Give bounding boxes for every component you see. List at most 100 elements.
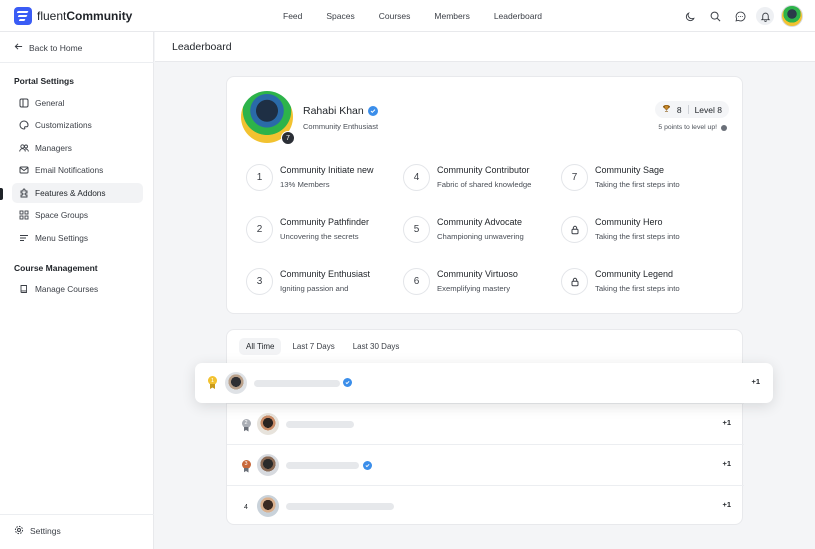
profile-name[interactable]: Rahabi Khan	[303, 105, 364, 117]
levelup-hint: 5 points to level up!	[658, 124, 727, 131]
badge-item-locked[interactable]: Community Legend Taking the first steps …	[561, 265, 721, 299]
nav-feed[interactable]: Feed	[283, 11, 302, 21]
nav-courses[interactable]: Courses	[379, 11, 411, 21]
badge-title: Community Initiate new	[280, 165, 374, 175]
verified-icon	[343, 378, 352, 387]
points-gain: +1	[722, 500, 731, 509]
badge-subtitle: Taking the first steps into	[595, 284, 680, 293]
tab-all-time[interactable]: All Time	[239, 338, 282, 355]
logo[interactable]: fluentCommunity	[14, 7, 132, 25]
avatar[interactable]	[257, 454, 279, 476]
sidebar-item-general[interactable]: General	[12, 93, 143, 113]
sidebar-item-label: Menu Settings	[35, 233, 89, 243]
badge-title: Community Contributor	[437, 165, 530, 175]
nav-spaces[interactable]: Spaces	[326, 11, 354, 21]
badge-number: 4	[403, 164, 430, 191]
mail-icon	[19, 165, 29, 175]
verified-icon	[363, 461, 372, 470]
portal-settings-heading: Portal Settings	[14, 76, 74, 86]
search-icon[interactable]	[706, 7, 724, 25]
users-icon	[19, 143, 29, 153]
user-avatar[interactable]	[781, 5, 803, 27]
badge-number: 5	[403, 216, 430, 243]
badge-item[interactable]: 2 Community Pathfinder Uncovering the se…	[246, 213, 406, 247]
badge-item[interactable]: 1 Community Initiate new 13% Members	[246, 161, 406, 195]
sidebar-item-space-groups[interactable]: Space Groups	[12, 205, 143, 225]
leaderboard-row[interactable]: 2 +1	[227, 403, 744, 444]
back-to-home-link[interactable]: Back to Home	[14, 42, 82, 53]
badge-number: 3	[246, 268, 273, 295]
badge-subtitle: Championing unwavering	[437, 232, 524, 241]
squares-icon	[19, 210, 29, 220]
avatar[interactable]	[257, 413, 279, 435]
brand-name: fluentCommunity	[37, 9, 133, 23]
sidebar-item-managers[interactable]: Managers	[12, 138, 143, 158]
sidebar-item-email-notifications[interactable]: Email Notifications	[12, 160, 143, 180]
member-name-placeholder	[286, 503, 394, 510]
badge-item[interactable]: 6 Community Virtuoso Exemplifying master…	[403, 265, 563, 299]
sidebar-item-menu-settings[interactable]: Menu Settings	[12, 228, 143, 248]
palette-icon	[19, 120, 29, 130]
page-header: Leaderboard	[155, 32, 815, 62]
tab-last-7-days[interactable]: Last 7 Days	[285, 338, 341, 355]
moon-icon[interactable]	[681, 7, 699, 25]
top-navigation: Feed Spaces Courses Members Leaderboard	[283, 0, 566, 32]
puzzle-icon	[19, 188, 29, 198]
divider	[0, 62, 154, 63]
silver-medal-icon: 2	[241, 418, 251, 432]
verified-icon	[367, 106, 378, 116]
badge-item-locked[interactable]: Community Hero Taking the first steps in…	[561, 213, 721, 247]
badge-item[interactable]: 5 Community Advocate Championing unwaver…	[403, 213, 563, 247]
profile-card: 7 Rahabi Khan Community Enthusiast 8 Lev…	[226, 76, 743, 314]
badge-title: Community Advocate	[437, 217, 523, 227]
badge-subtitle: Taking the first steps into	[595, 180, 680, 189]
sidebar-item-label: Managers	[35, 143, 72, 153]
tab-last-30-days[interactable]: Last 30 Days	[346, 338, 407, 355]
badge-title: Community Enthusiast	[280, 269, 371, 279]
divider	[687, 105, 689, 114]
sidebar-item-label: Features & Addons	[35, 188, 106, 198]
leaderboard-row[interactable]: 3 +1	[227, 444, 744, 485]
settings-label: Settings	[30, 526, 61, 536]
leaderboard-card: All Time Last 7 Days Last 30 Days 2 +1 3…	[226, 329, 744, 526]
sidebar-item-label: Manage Courses	[35, 284, 99, 294]
badge-item[interactable]: 4 Community Contributor Fabric of shared…	[403, 161, 563, 195]
avatar[interactable]	[225, 372, 247, 394]
sidebar: Back to Home Portal Settings General Cus…	[0, 32, 154, 549]
sidebar-item-label: Customizations	[35, 120, 92, 130]
badge-subtitle: Exemplifying mastery	[437, 284, 511, 293]
points-gain: +1	[722, 459, 731, 468]
course-management-heading: Course Management	[14, 263, 98, 273]
avatar[interactable]	[257, 495, 279, 517]
nav-members[interactable]: Members	[434, 11, 469, 21]
chat-icon[interactable]	[731, 7, 749, 25]
sidebar-item-features-addons[interactable]: Features & Addons	[12, 183, 143, 203]
profile-name-row: Rahabi Khan	[303, 105, 378, 117]
lock-icon	[561, 268, 588, 295]
sidebar-item-label: Email Notifications	[35, 165, 104, 175]
points-gain: +1	[722, 418, 731, 427]
badge-number: 1	[246, 164, 273, 191]
sidebar-item-label: Space Groups	[35, 210, 89, 220]
member-name-placeholder	[286, 421, 354, 428]
profile-avatar[interactable]: 7	[241, 91, 295, 145]
menu-icon	[19, 233, 29, 243]
sidebar-item-manage-courses[interactable]: Manage Courses	[12, 279, 143, 299]
sidebar-item-customizations[interactable]: Customizations	[12, 115, 143, 135]
leaderboard-row-top[interactable]: 1 +1	[195, 363, 773, 403]
badge-item[interactable]: 7 Community Sage Taking the first steps …	[561, 161, 721, 195]
trophy-icon	[662, 104, 671, 115]
book-icon	[19, 284, 29, 294]
info-icon[interactable]	[721, 124, 727, 131]
period-tabs: All Time Last 7 Days Last 30 Days	[239, 338, 406, 355]
points-gain: +1	[751, 377, 760, 386]
rank-medal: 2	[241, 418, 251, 432]
settings-link[interactable]: Settings	[14, 525, 61, 537]
badge-item[interactable]: 3 Community Enthusiast Igniting passion …	[246, 265, 406, 299]
badge-title: Community Virtuoso	[437, 269, 518, 279]
leaderboard-row[interactable]: 4 +1	[227, 485, 744, 526]
badge-subtitle: Uncovering the secrets	[280, 232, 359, 241]
nav-leaderboard[interactable]: Leaderboard	[494, 11, 542, 21]
bell-icon[interactable]	[756, 7, 774, 25]
back-label: Back to Home	[29, 42, 83, 53]
